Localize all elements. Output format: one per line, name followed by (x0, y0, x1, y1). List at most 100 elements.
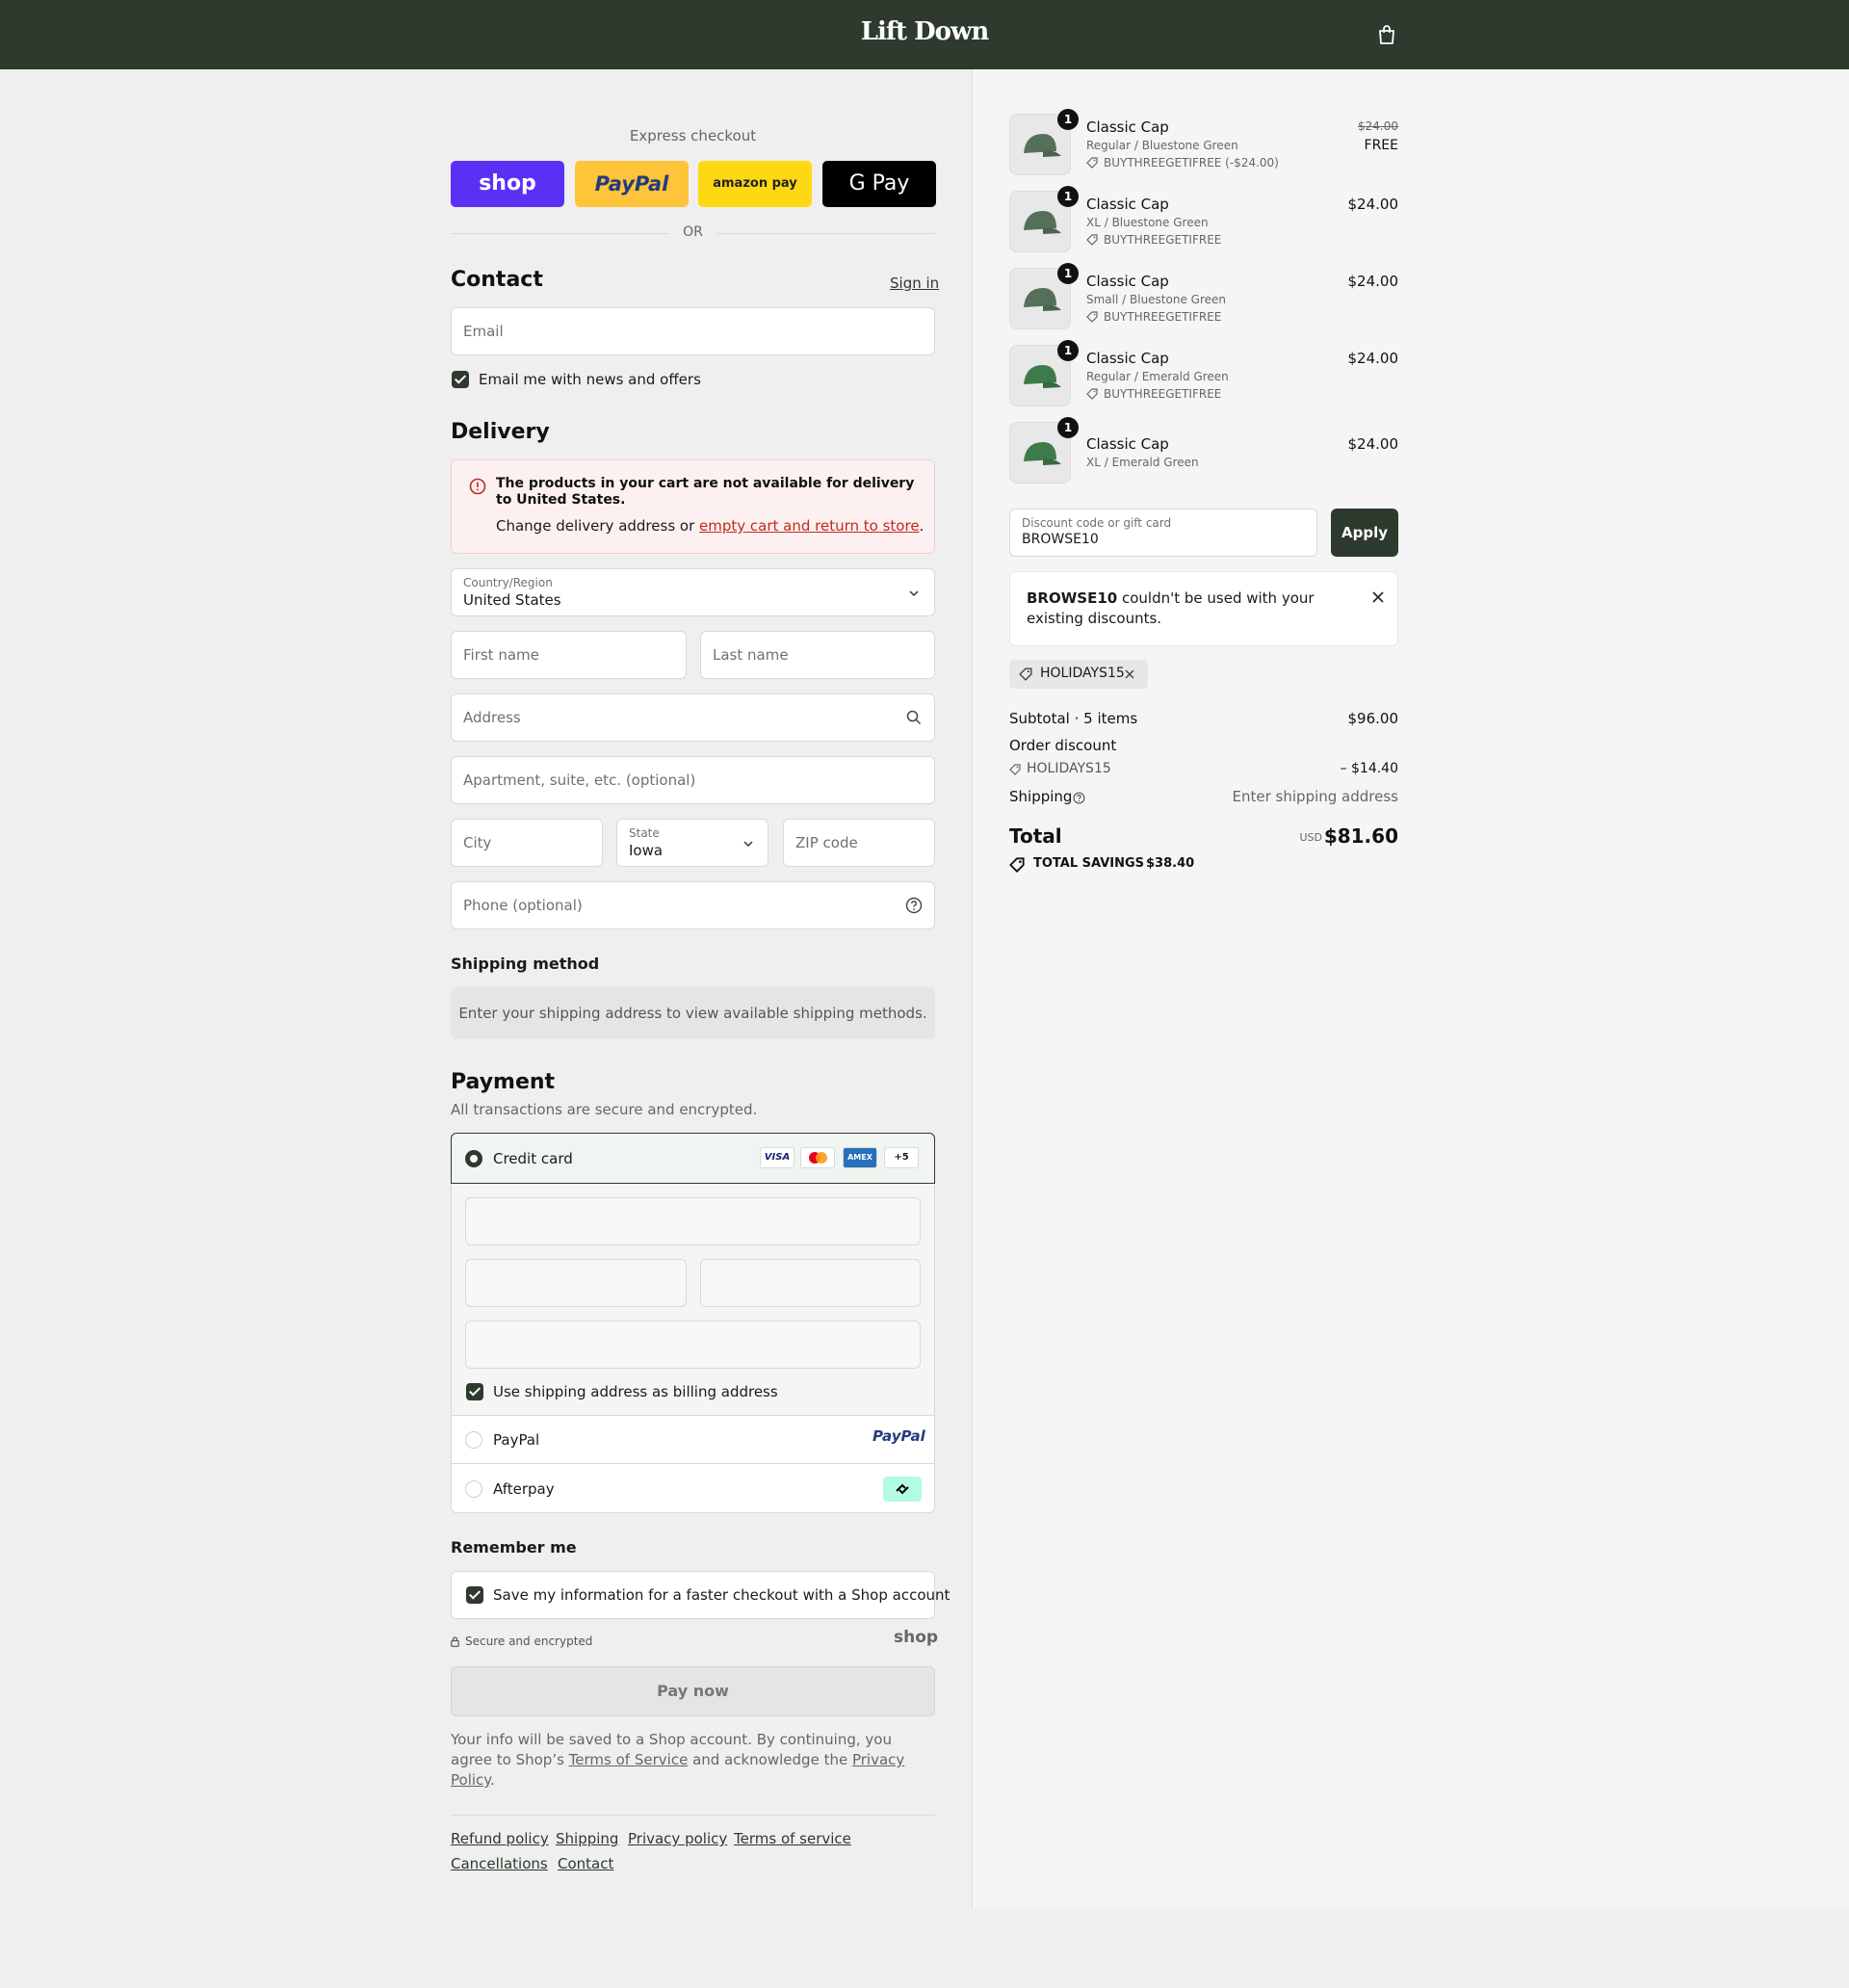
terms-of-service-link[interactable]: Terms of Service (569, 1751, 689, 1768)
phone-placeholder: Phone (optional) (463, 897, 583, 914)
footer-contact[interactable]: Contact (558, 1855, 613, 1872)
notice-code: BROWSE10 (1027, 589, 1118, 607)
footer-privacy-policy[interactable]: Privacy policy (628, 1830, 727, 1847)
remember-heading: Remember me (451, 1538, 577, 1556)
help-circle-icon[interactable] (905, 897, 923, 914)
discount-value: BROWSE10 (1022, 532, 1099, 547)
state-select[interactable]: State Iowa (616, 819, 768, 867)
pay-now-button[interactable]: Pay now (451, 1666, 935, 1716)
credit-card-radio[interactable] (465, 1150, 482, 1167)
amex-icon: AMEX (843, 1147, 877, 1168)
order-discount-value: – $14.40 (1340, 761, 1398, 776)
discount-label: Discount code or gift card (1022, 516, 1172, 530)
cap-icon (1024, 211, 1061, 234)
discount-notice-text: BROWSE10 couldn't be used with your exis… (1027, 589, 1354, 629)
shipping-method-heading: Shipping method (451, 955, 600, 973)
google-pay-button[interactable]: G Pay (822, 161, 936, 207)
item-variant: Regular / Emerald Green (1086, 370, 1229, 383)
first-name-field[interactable]: First name (451, 631, 687, 679)
news-label: Email me with news and offers (479, 371, 701, 388)
apply-button[interactable]: Apply (1331, 509, 1398, 557)
cap-icon (1024, 365, 1061, 388)
payment-subtitle: All transactions are secure and encrypte… (451, 1101, 758, 1118)
item-price: $24.00 (1347, 350, 1399, 367)
mastercard-icon (800, 1147, 835, 1168)
tag-icon (1019, 667, 1032, 681)
paypal-express-button[interactable]: PayPal (575, 161, 689, 207)
country-select[interactable]: Country/Region United States (451, 568, 935, 616)
last-name-field[interactable]: Last name (700, 631, 935, 679)
email-field[interactable]: Email (451, 307, 935, 355)
card-expiry-field[interactable] (465, 1259, 687, 1307)
email-placeholder: Email (463, 323, 504, 340)
contact-heading: Contact (451, 268, 543, 292)
zip-field[interactable]: ZIP code (783, 819, 935, 867)
discount-notice: BROWSE10 couldn't be used with your exis… (1009, 571, 1398, 646)
address-field[interactable]: Address (451, 693, 935, 742)
error-prefix: Change delivery address or (496, 517, 700, 535)
tag-icon (1086, 311, 1098, 323)
item-discount: BUYTHREEGETIFREE (1104, 387, 1222, 401)
news-checkbox[interactable] (452, 371, 469, 388)
card-cvv-field[interactable] (700, 1259, 921, 1307)
item-price: $24.00 (1347, 196, 1399, 213)
paypal-logo: PayPal (872, 1427, 925, 1445)
item-name: Classic Cap (1086, 196, 1169, 213)
footer-cancellations[interactable]: Cancellations (451, 1855, 548, 1872)
apartment-placeholder: Apartment, suite, etc. (optional) (463, 772, 696, 789)
sign-in-link[interactable]: Sign in (890, 275, 939, 292)
zip-placeholder: ZIP code (795, 834, 858, 851)
payment-divider (452, 1415, 934, 1416)
phone-field[interactable]: Phone (optional) (451, 881, 935, 929)
item-variant: XL / Emerald Green (1086, 456, 1199, 469)
order-discount-code: HOLIDAYS15 (1027, 761, 1111, 776)
card-number-field[interactable] (465, 1197, 921, 1245)
discount-code-field[interactable]: Discount code or gift card BROWSE10 (1009, 509, 1317, 557)
afterpay-radio[interactable] (465, 1480, 482, 1498)
item-name: Classic Cap (1086, 435, 1169, 453)
tag-icon (1086, 157, 1098, 169)
apartment-field[interactable]: Apartment, suite, etc. (optional) (451, 756, 935, 804)
country-label: Country/Region (463, 576, 553, 589)
help-circle-icon[interactable] (1073, 792, 1085, 804)
secure-label: Secure and encrypted (465, 1635, 593, 1648)
address-placeholder: Address (463, 709, 521, 726)
total-label: Total (1009, 824, 1062, 848)
currency-label: USD (1299, 831, 1322, 844)
chevron-down-icon (743, 841, 753, 848)
shipping-method-message: Enter your shipping address to view avai… (451, 987, 935, 1039)
footer-terms-of-service[interactable]: Terms of service (734, 1830, 851, 1847)
chevron-down-icon (909, 590, 919, 597)
header-bar: Lift Down (0, 0, 1849, 69)
shopping-bag-icon[interactable] (1375, 23, 1398, 46)
item-name: Classic Cap (1086, 118, 1169, 136)
divider-left (451, 233, 669, 234)
afterpay-logo (883, 1477, 922, 1502)
order-discount-label: Order discount (1009, 737, 1117, 754)
visa-icon: VISA (760, 1147, 794, 1168)
footer-shipping[interactable]: Shipping (556, 1830, 618, 1847)
alert-circle-icon (469, 478, 486, 495)
tag-icon (1086, 234, 1098, 246)
billing-checkbox[interactable] (466, 1383, 483, 1400)
cap-icon (1024, 442, 1061, 465)
remove-discount-icon[interactable] (1125, 669, 1134, 679)
city-field[interactable]: City (451, 819, 603, 867)
footer-divider (451, 1815, 935, 1816)
shop-pay-button[interactable]: shop (451, 161, 564, 207)
card-name-field[interactable] (465, 1321, 921, 1369)
shipping-value: Enter shipping address (1232, 788, 1398, 805)
paypal-radio[interactable] (465, 1431, 482, 1449)
delivery-error-banner: The products in your cart are not availa… (451, 459, 935, 554)
empty-cart-link[interactable]: empty cart and return to store (699, 517, 920, 535)
close-icon[interactable] (1372, 591, 1384, 603)
save-info-label: Save my information for a faster checkou… (493, 1586, 951, 1604)
city-placeholder: City (463, 834, 492, 851)
footer-refund-policy[interactable]: Refund policy (451, 1830, 549, 1847)
total-savings-value: $38.40 (1146, 856, 1195, 871)
store-logo[interactable]: Lift Down (0, 17, 1849, 46)
amazon-pay-button[interactable]: amazon pay (698, 161, 812, 207)
state-label: State (629, 826, 660, 840)
save-info-checkbox[interactable] (466, 1586, 483, 1604)
item-price: $24.00 (1347, 273, 1399, 290)
